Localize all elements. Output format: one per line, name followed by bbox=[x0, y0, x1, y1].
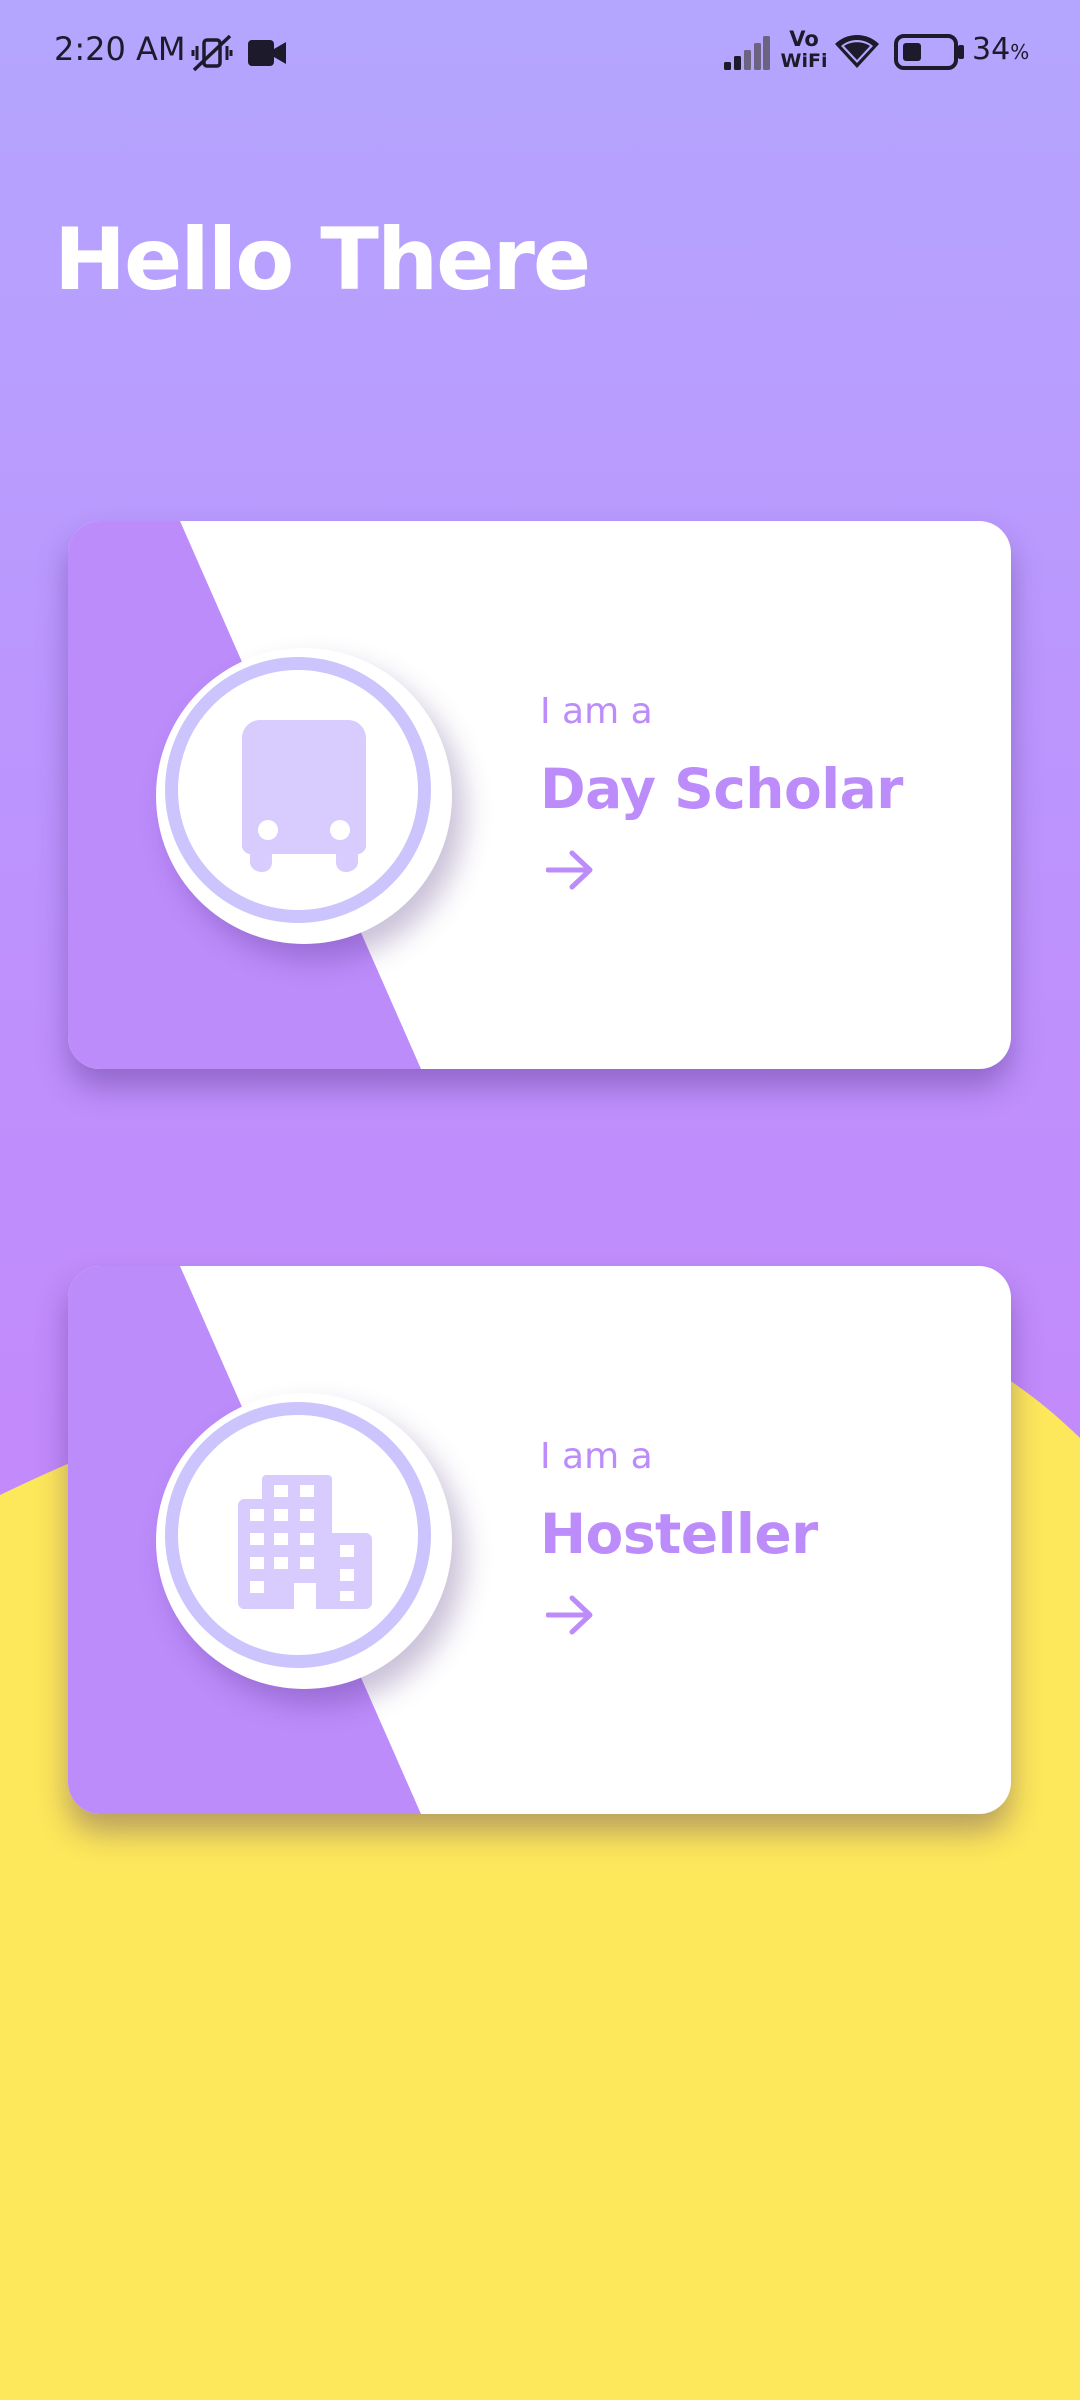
battery-unit: % bbox=[1010, 40, 1030, 64]
signal-bars-icon bbox=[724, 36, 770, 70]
mute-vibrate-icon bbox=[191, 34, 233, 72]
card-prefix-text: I am a bbox=[540, 691, 653, 732]
bus-icon bbox=[242, 720, 366, 872]
page-title: Hello There bbox=[54, 210, 591, 310]
video-camera-icon bbox=[248, 40, 286, 66]
arrow-right-icon[interactable] bbox=[546, 850, 594, 890]
card-title: Day Scholar bbox=[540, 757, 903, 821]
vowifi-label-bottom: WiFi bbox=[780, 50, 828, 72]
arrow-right-icon[interactable] bbox=[546, 1595, 594, 1635]
card-title: Hosteller bbox=[540, 1502, 818, 1566]
battery-percentage: 34% bbox=[972, 32, 1029, 67]
status-time: 2:20 AM bbox=[54, 30, 186, 68]
vowifi-icon: Vo WiFi bbox=[780, 28, 828, 72]
building-icon bbox=[238, 1475, 372, 1609]
battery-icon bbox=[894, 34, 964, 70]
card-icon-badge bbox=[156, 1393, 452, 1689]
battery-value: 34 bbox=[972, 32, 1011, 67]
day-scholar-card[interactable]: I am a Day Scholar bbox=[68, 521, 1011, 1069]
wifi-icon bbox=[835, 35, 879, 68]
hosteller-card[interactable]: I am a Hosteller bbox=[68, 1266, 1011, 1814]
status-bar: 2:20 AM Vo WiFi 34% bbox=[0, 0, 1080, 106]
vowifi-label-top: Vo bbox=[789, 27, 819, 51]
card-prefix-text: I am a bbox=[540, 1436, 653, 1477]
card-icon-badge bbox=[156, 648, 452, 944]
yellow-background-wave bbox=[0, 1299, 1080, 2400]
app-screen: 2:20 AM Vo WiFi 34% Hello There I am a D… bbox=[0, 0, 1080, 2400]
